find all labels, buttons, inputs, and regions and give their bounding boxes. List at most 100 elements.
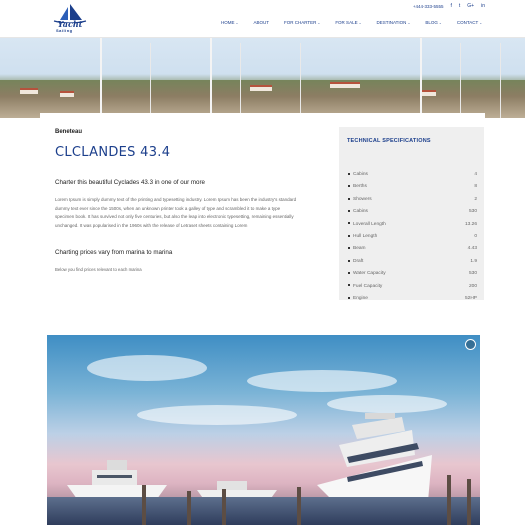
nav-label: ABOUT	[253, 20, 269, 25]
spec-label: Cabins	[353, 172, 368, 177]
hero-banner-image	[0, 38, 525, 118]
linkedin-icon[interactable]: in	[481, 3, 485, 9]
marina-photo	[47, 335, 480, 525]
dock-post	[447, 475, 451, 525]
logo-subtext: Sailing	[56, 28, 73, 33]
spec-row: Engine 52HP	[348, 296, 477, 306]
bullet-icon	[348, 209, 350, 212]
nav-item-blog[interactable]: BLOG⌄	[425, 20, 441, 25]
bullet-icon	[348, 247, 350, 250]
refresh-icon[interactable]	[465, 339, 476, 350]
yacht-title: CLCLANDES 43.4	[55, 145, 171, 160]
spec-value: 4.43	[467, 246, 477, 252]
spec-value: 530	[468, 271, 477, 277]
chevron-down-icon: ⌄	[407, 21, 411, 25]
spec-row: Berths 8	[348, 184, 477, 194]
google-plus-icon[interactable]: G+	[467, 3, 474, 9]
chevron-down-icon: ⌄	[358, 21, 362, 25]
bullet-icon	[348, 284, 350, 287]
boat-mast	[150, 43, 151, 118]
prices-heading: Charting prices vary from marina to mari…	[55, 249, 173, 256]
twitter-icon[interactable]: t	[459, 3, 460, 9]
main-nav: HOME⌄ ABOUT FOR CHARTER⌄ FOR SALE⌄ DESTI…	[221, 20, 497, 25]
bullet-icon	[348, 172, 350, 175]
nav-item-contact[interactable]: CONTACT⌄	[457, 20, 482, 25]
village-house	[20, 88, 38, 94]
bullet-icon	[348, 185, 350, 188]
intro-text: Charter this beautiful Cyclades 43.3 in …	[55, 179, 205, 186]
nav-item-destination[interactable]: DESTINATION⌄	[377, 20, 411, 25]
spec-row: Fuel Capacity 200	[348, 284, 477, 294]
yacht-brand: Beneteau	[55, 129, 83, 135]
spec-row: Beam 4.43	[348, 246, 477, 256]
bullet-icon	[348, 234, 350, 237]
village-house	[420, 90, 436, 96]
nav-item-about[interactable]: ABOUT	[253, 20, 269, 25]
spec-value: 0	[474, 234, 477, 239]
spec-label: Berths	[353, 184, 367, 190]
spec-row: Cabins 530	[348, 209, 477, 219]
chevron-down-icon: ⌄	[235, 21, 239, 25]
chevron-down-icon: ⌄	[479, 21, 483, 25]
spec-row: Cabins 4	[348, 172, 477, 182]
spec-value: 200	[468, 283, 477, 289]
spec-row: Loverall Length 13.26	[348, 222, 477, 232]
nav-label: BLOG	[425, 20, 438, 25]
dock-post	[297, 487, 301, 525]
spec-value: 530	[468, 209, 477, 215]
spec-label: Beam	[353, 246, 366, 252]
spec-value: 13.26	[464, 221, 477, 227]
boat-mast	[500, 43, 501, 118]
chevron-down-icon: ⌄	[317, 21, 321, 25]
specs-title: TECHNICAL SPECIFICATIONS	[347, 138, 431, 144]
nav-item-for-sale[interactable]: FOR SALE⌄	[335, 20, 361, 25]
spec-label: Hull Length	[353, 234, 378, 239]
dock-post	[222, 489, 226, 525]
spec-label: Engine	[353, 296, 368, 301]
prices-note: Below you find prices relevant to each m…	[55, 267, 142, 272]
boat-mast	[300, 43, 301, 118]
spec-value: 52HP	[465, 296, 477, 301]
site-logo[interactable]: Yacht Sailing	[48, 3, 92, 35]
water	[47, 497, 480, 525]
dock-post	[142, 485, 146, 525]
village-house	[60, 91, 74, 97]
spec-row: Hull Length 0	[348, 234, 477, 244]
facebook-icon[interactable]: f	[451, 3, 452, 9]
spec-label: Fuel Capacity	[353, 283, 383, 289]
boat-mast	[420, 38, 422, 118]
nav-label: CONTACT	[456, 20, 479, 25]
dock-post	[187, 491, 191, 525]
bullet-icon	[348, 259, 350, 262]
spec-value: 1.9	[470, 258, 477, 264]
bullet-icon	[348, 197, 350, 200]
spec-row: Water Capacity 530	[348, 271, 477, 281]
chevron-down-icon: ⌄	[438, 21, 442, 25]
spec-value: 2	[474, 196, 477, 202]
top-contact-bar: +444-333-5555 f t G+ in	[413, 2, 485, 10]
spec-label: Draft	[353, 258, 364, 264]
spec-row: Showers 2	[348, 197, 477, 207]
nav-label: FOR SALE	[335, 20, 358, 25]
village-house	[330, 82, 360, 88]
boat-mast	[240, 43, 241, 118]
nav-label: HOME	[221, 20, 235, 25]
spec-row: Draft 1.9	[348, 259, 477, 269]
nav-label: FOR CHARTER	[283, 20, 317, 25]
boat-mast	[100, 38, 102, 118]
description-paragraph: Lorem Ipsum is simply dummy text of the …	[55, 197, 297, 228]
nav-item-for-charter[interactable]: FOR CHARTER⌄	[284, 20, 320, 25]
spec-label: Water Capacity	[353, 271, 386, 277]
nav-item-home[interactable]: HOME⌄	[221, 20, 238, 25]
phone-number[interactable]: +444-333-5555	[413, 4, 444, 9]
spec-label: Showers	[353, 196, 372, 202]
boat-mast	[460, 43, 461, 118]
boat-mast	[210, 38, 212, 118]
technical-specifications-panel: TECHNICAL SPECIFICATIONS Cabins 4 Berths 8 S…	[339, 127, 484, 301]
bullet-icon	[348, 271, 350, 274]
yacht-details-card: Beneteau CLCLANDES 43.4 Charter this bea…	[40, 113, 485, 303]
spec-value: 8	[474, 184, 477, 190]
village-house	[250, 85, 272, 91]
spec-value: 4	[474, 172, 477, 177]
spec-label: Cabins	[353, 209, 368, 215]
